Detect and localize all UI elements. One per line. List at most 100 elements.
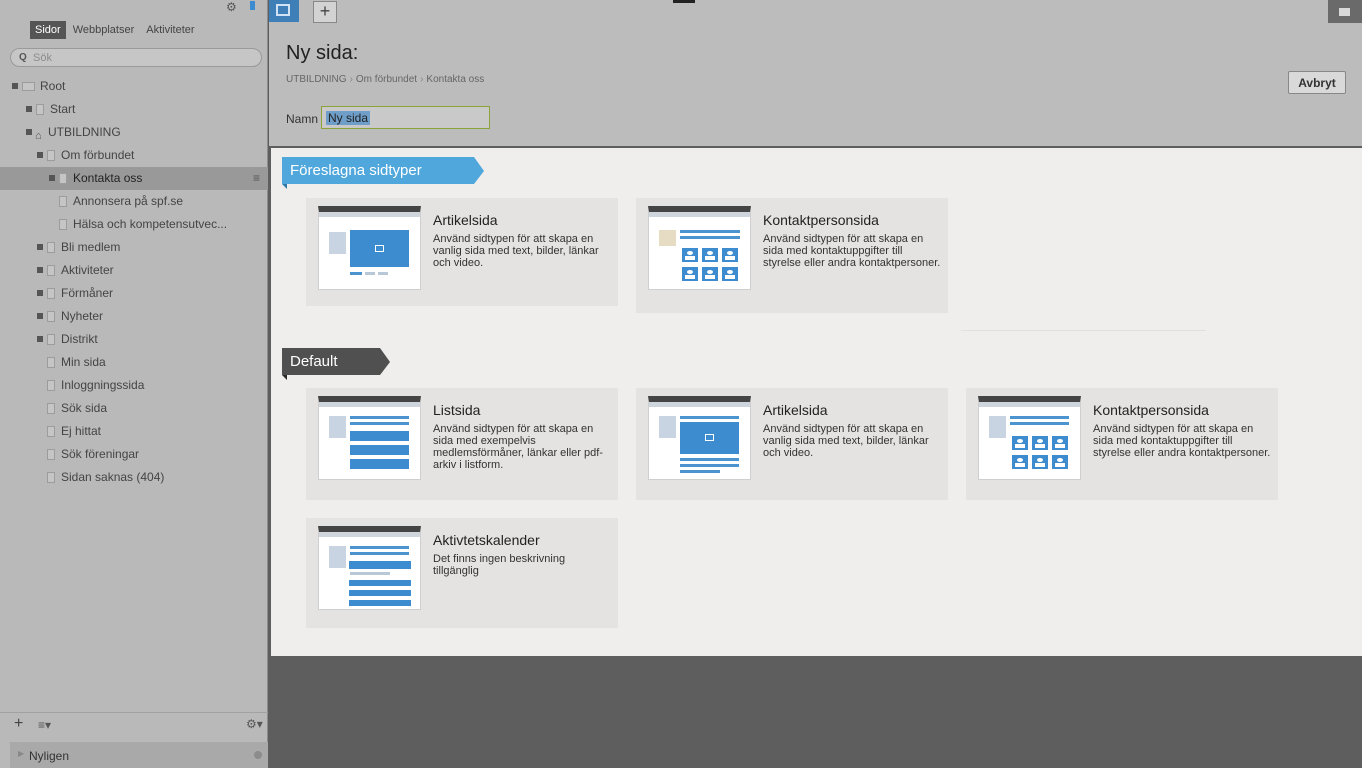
expand-icon[interactable] [37,152,43,158]
page-type-card-aktivtetskalender[interactable]: Aktivtetskalender Det finns ingen beskri… [306,518,618,628]
expand-icon[interactable] [37,290,43,296]
contact-thumbnail [648,206,751,290]
name-label: Namn [286,112,319,126]
tree-node-label: Hälsa och kompetensutvec... [73,217,228,231]
tree-node-label: Bli medlem [61,240,121,254]
section-title: Default [290,353,338,370]
pin-icon[interactable] [254,751,262,759]
page-type-card-kontaktpersonsida-default[interactable]: Kontaktpersonsida Använd sidtypen för at… [966,388,1278,500]
assets-panel-button[interactable] [1328,0,1362,23]
tree-node-inloggningssida[interactable]: Inloggningssida [0,374,268,397]
tree-node-formaner[interactable]: Förmåner [0,282,268,305]
tree-node-label: Annonsera på spf.se [73,194,184,208]
page-icon [59,173,67,184]
tab-webbplatser[interactable]: Webbplatser [68,21,140,39]
name-field[interactable]: Ny sida [321,106,490,129]
card-title: Artikelsida [433,212,498,228]
expand-icon[interactable] [37,313,43,319]
card-title: Kontaktpersonsida [763,212,879,228]
tree-node-start[interactable]: Start [0,98,268,121]
tree-node-kontakta-oss[interactable]: Kontakta oss ≡ [0,167,268,190]
card-title: Artikelsida [763,402,828,418]
tree-node-sidan-saknas[interactable]: Sidan saknas (404) [0,466,268,489]
page-icon [47,311,55,322]
tab-sidor[interactable]: Sidor [30,21,66,39]
tree-node-min-sida[interactable]: Min sida [0,351,268,374]
tree-node-root[interactable]: Root [0,75,268,98]
article-thumbnail [318,206,421,290]
tree-node-label: Nyheter [61,309,104,323]
card-description: Det finns ingen beskrivning tillgänglig [433,553,566,577]
card-title: Aktivtetskalender [433,532,540,548]
tree-node-label: Kontakta oss [73,171,143,185]
tree-node-sok-sida[interactable]: Sök sida [0,397,268,420]
tree-node-nyheter[interactable]: Nyheter [0,305,268,328]
recent-panel[interactable]: ▶ Nyligen [10,742,268,768]
page-type-card-listsida[interactable]: Listsida Använd sidtypen för att skapa e… [306,388,618,500]
chevron-right-icon: ▶ [18,749,25,758]
tree-node-label: Om förbundet [61,148,135,162]
card-description: Använd sidtypen för att skapa en sida me… [433,423,603,471]
expand-icon[interactable] [26,106,32,112]
page-icon [47,150,55,161]
breadcrumb-item[interactable]: Om förbundet [356,74,417,85]
add-page-button[interactable]: + [14,715,23,733]
tree-node-label: Sök föreningar [61,447,140,461]
expand-icon[interactable] [37,244,43,250]
list-thumbnail [318,396,421,480]
sidebar-tabs: Sidor Webbplatser Aktiviteter [30,21,200,39]
tree-node-bli-medlem[interactable]: Bli medlem [0,236,268,259]
divider [961,330,1206,331]
section-title: Föreslagna sidtyper [290,162,422,179]
recent-label: Nyligen [29,749,70,763]
expand-icon[interactable] [37,336,43,342]
page-title: Ny sida: [286,42,359,64]
tree-node-halsa[interactable]: Hälsa och kompetensutvec... [0,213,268,236]
tree-node-label: Sök sida [61,401,108,415]
page-icon [47,357,55,368]
list-menu-icon[interactable]: ≡▾ [38,718,51,732]
tree-node-annonsera[interactable]: Annonsera på spf.se [0,190,268,213]
page-icon [22,82,35,91]
expand-icon[interactable] [26,129,32,135]
page-icon [47,426,55,437]
expand-icon[interactable] [12,83,18,89]
gear-icon[interactable]: ⚙▾ [246,717,263,731]
search-input[interactable] [33,50,253,65]
tab-aktiviteter[interactable]: Aktiviteter [141,21,199,39]
tree-node-aktiviteter[interactable]: Aktiviteter [0,259,268,282]
list-menu-icon[interactable]: ≡ [253,167,260,190]
tree-node-label: Distrikt [61,332,98,346]
breadcrumb: UTBILDNING › Om förbundet › Kontakta oss [286,74,485,85]
search-box: Q [10,48,262,67]
structure-icon [276,4,290,16]
tree-node-ej-hittat[interactable]: Ej hittat [0,420,268,443]
card-description: Använd sidtypen för att skapa en sida me… [1093,423,1271,459]
expand-icon[interactable] [37,267,43,273]
card-description: Använd sidtypen för att skapa en vanlig … [763,423,929,459]
pin-icon[interactable] [250,1,255,10]
tree-node-label: Start [50,102,76,116]
page-icon [47,449,55,460]
contact-thumbnail [978,396,1081,480]
page-icon [59,196,67,207]
page-type-card-artikelsida-default[interactable]: Artikelsida Använd sidtypen för att skap… [636,388,948,500]
suggested-section-header: Föreslagna sidtyper [282,157,484,189]
cancel-button[interactable]: Avbryt [1288,71,1346,94]
tree-node-om-forbundet[interactable]: Om förbundet [0,144,268,167]
breadcrumb-item[interactable]: UTBILDNING [286,74,347,85]
page-type-card-artikelsida[interactable]: Artikelsida Använd sidtypen för att skap… [306,198,618,306]
expand-icon[interactable] [49,175,55,181]
tree-node-label: Ej hittat [61,424,102,438]
tree-node-distrikt[interactable]: Distrikt [0,328,268,351]
page-type-card-kontaktpersonsida[interactable]: Kontaktpersonsida Använd sidtypen för at… [636,198,948,313]
breadcrumb-item[interactable]: Kontakta oss [426,74,484,85]
structure-toggle-button[interactable] [269,0,299,22]
tree-node-label: UTBILDNING [48,125,121,139]
tree-node-sok-foreningar[interactable]: Sök föreningar [0,443,268,466]
gear-icon[interactable]: ⚙ [226,0,237,14]
tree-node-utbildning[interactable]: ⌂ UTBILDNING [0,121,268,144]
add-button[interactable]: + [313,1,337,23]
tree-node-label: Sidan saknas (404) [61,470,165,484]
search-icon: Q [19,52,27,63]
